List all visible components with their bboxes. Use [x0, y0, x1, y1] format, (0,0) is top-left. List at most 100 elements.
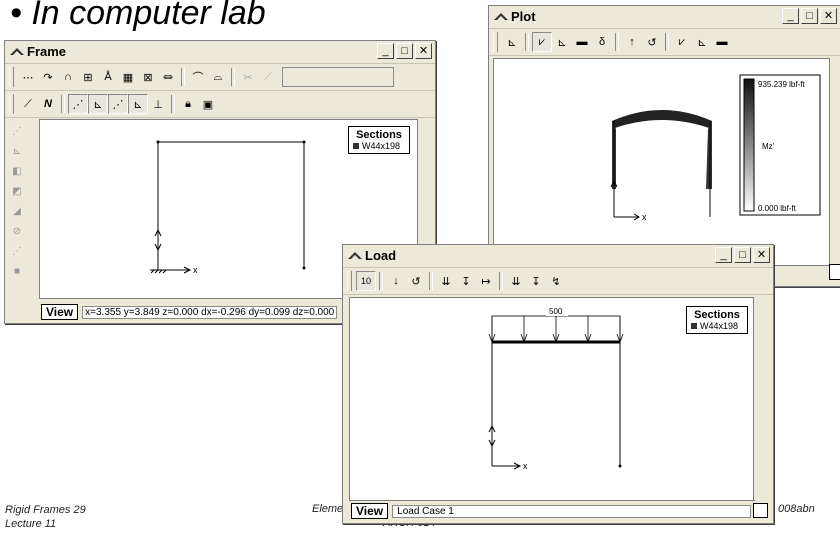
close-button[interactable]: ✕: [415, 43, 432, 59]
pen-icon[interactable]: ⟋: [258, 67, 278, 87]
draw-n-icon[interactable]: N: [38, 94, 58, 114]
plot-vertical-scrollbar[interactable]: [829, 58, 840, 265]
slide-bullet: • In computer lab: [10, 0, 266, 32]
toolbar-grip[interactable]: [493, 32, 498, 52]
thermal-load-icon[interactable]: ⇊: [506, 271, 526, 291]
load-title: Load: [365, 248, 397, 263]
curve-tool-icon[interactable]: ↷: [38, 67, 58, 87]
frame-node: [156, 140, 160, 144]
minimize-button[interactable]: _: [782, 8, 799, 24]
side-dots-icon[interactable]: ⋰: [7, 241, 27, 261]
legend-item: W44x198: [700, 321, 739, 331]
double-arch-icon[interactable]: ⌓: [208, 67, 228, 87]
truss-tool-icon[interactable]: ⊠: [138, 67, 158, 87]
load-sections-legend: Sections W44x198: [686, 306, 748, 334]
frame-title: Frame: [27, 44, 67, 59]
mesh-tool-icon[interactable]: ▦: [118, 67, 138, 87]
load-titlebar[interactable]: Load _ □ ✕: [343, 245, 773, 268]
distributed-load-icon[interactable]: ⇊: [436, 271, 456, 291]
toolbar-combo[interactable]: [282, 67, 394, 87]
arch-frame-icon[interactable]: ⌒: [188, 67, 208, 87]
side-block-icon[interactable]: ■: [7, 261, 27, 281]
load-size-grip[interactable]: [753, 503, 768, 518]
shear-vy-icon[interactable]: ⊾: [552, 32, 572, 52]
shear-vz-icon[interactable]: ⊾: [692, 32, 712, 52]
app-icon: [10, 48, 24, 55]
load-value-label: 500: [549, 307, 563, 316]
footer-line-2: Lecture 11: [5, 518, 57, 530]
bridge-tool-icon[interactable]: ⏛: [158, 67, 178, 87]
load-window: Load _ □ ✕ 10 ↓ ↺ ⇊ ↧ ↦ ⇊ ↧ ↯ 500 x Sect…: [342, 244, 774, 524]
toolbar-separator: [665, 33, 669, 51]
maximize-button[interactable]: □: [734, 247, 751, 263]
moment-my-icon[interactable]: ⩗: [672, 32, 692, 52]
toolbar-grip[interactable]: [9, 67, 14, 87]
view-tab[interactable]: View: [351, 503, 389, 519]
toolbar-grip[interactable]: [9, 94, 14, 114]
legend-title: Sections: [694, 309, 740, 321]
toolbar-grip[interactable]: [347, 271, 352, 291]
mz-toggle-icon[interactable]: ⊾: [502, 32, 522, 52]
cut-icon[interactable]: ✂: [238, 67, 258, 87]
arch-tool-icon[interactable]: ∩: [58, 67, 78, 87]
draw-line-icon[interactable]: ⟋: [18, 94, 38, 114]
axial-px-icon[interactable]: ▬: [572, 32, 592, 52]
plot-canvas[interactable]: x 935.239 lbf-ft Mz' 0.000 lbf-ft: [493, 58, 831, 266]
right-column-moment-fill: [706, 121, 712, 189]
snap-node-icon[interactable]: ⋰: [68, 94, 88, 114]
rotate-icon[interactable]: ↺: [642, 32, 662, 52]
maximize-button[interactable]: □: [396, 43, 413, 59]
deflection-icon[interactable]: δ: [592, 32, 612, 52]
side-node-icon[interactable]: ⋰: [7, 121, 27, 141]
side-slope-icon[interactable]: ◩: [7, 181, 27, 201]
beam-moment-fill: [612, 110, 712, 129]
toolbar-separator: [171, 95, 175, 113]
support-load-icon[interactable]: ↦: [476, 271, 496, 291]
frame-toolbar-2: ⟋ N ⋰ ⊾ ⋰ ⊾ ⊥ 🔒︎ ▣: [5, 91, 435, 118]
view-tab[interactable]: View: [41, 304, 79, 320]
properties-icon[interactable]: ▣: [198, 94, 218, 114]
load-canvas[interactable]: 500 x Sections W44x198: [349, 297, 755, 501]
tower-tool-icon[interactable]: Å: [98, 67, 118, 87]
side-section-icon[interactable]: ◧: [7, 161, 27, 181]
snap-grid-icon[interactable]: ⊾: [88, 94, 108, 114]
support-icon[interactable]: ⊥: [148, 94, 168, 114]
settlement-load-icon[interactable]: ↧: [526, 271, 546, 291]
footer-mid: Eleme: [312, 503, 344, 515]
plot-size-grip[interactable]: [829, 264, 840, 280]
moment-load-icon[interactable]: ↺: [406, 271, 426, 291]
lock-icon[interactable]: 🔒︎: [178, 94, 198, 114]
point-load-icon[interactable]: ↓: [386, 271, 406, 291]
up-arrow-icon[interactable]: ↑: [622, 32, 642, 52]
minimize-button[interactable]: _: [715, 247, 732, 263]
torsion-tx-icon[interactable]: ▬: [712, 32, 732, 52]
plot-titlebar[interactable]: Plot _ □ ✕: [489, 6, 840, 29]
load-case-button[interactable]: 10: [356, 271, 376, 291]
minimize-button[interactable]: _: [377, 43, 394, 59]
load-node: [618, 464, 622, 468]
side-link-icon[interactable]: ⊘: [7, 221, 27, 241]
frame-titlebar[interactable]: Frame _ □ ✕: [5, 41, 435, 64]
scale-min-label: 0.000 lbf-ft: [758, 204, 797, 213]
colorscale-bar: [743, 78, 755, 212]
side-fixed-icon[interactable]: ⊾: [7, 141, 27, 161]
footer-right: 008abn: [778, 503, 815, 515]
snap-angle-icon[interactable]: ⊾: [128, 94, 148, 114]
plot-title: Plot: [511, 9, 536, 24]
load-vertical-scrollbar[interactable]: [753, 297, 770, 500]
grid-tool-icon[interactable]: ⊞: [78, 67, 98, 87]
side-wedge-icon[interactable]: ◢: [7, 201, 27, 221]
scale-max-label: 935.239 lbf-ft: [758, 80, 805, 89]
maximize-button[interactable]: □: [801, 8, 818, 24]
snap-member-icon[interactable]: ⋰: [108, 94, 128, 114]
line-tool-icon[interactable]: ⋯: [18, 67, 38, 87]
spring-load-icon[interactable]: ↯: [546, 271, 566, 291]
close-button[interactable]: ✕: [820, 8, 837, 24]
toolbar-separator: [231, 68, 235, 86]
close-button[interactable]: ✕: [753, 247, 770, 263]
moment-mz-icon[interactable]: ⩗: [532, 32, 552, 52]
toolbar-separator: [61, 95, 65, 113]
toolbar-separator: [379, 272, 383, 290]
x-axis-label: x: [193, 265, 198, 275]
member-load-icon[interactable]: ↧: [456, 271, 476, 291]
